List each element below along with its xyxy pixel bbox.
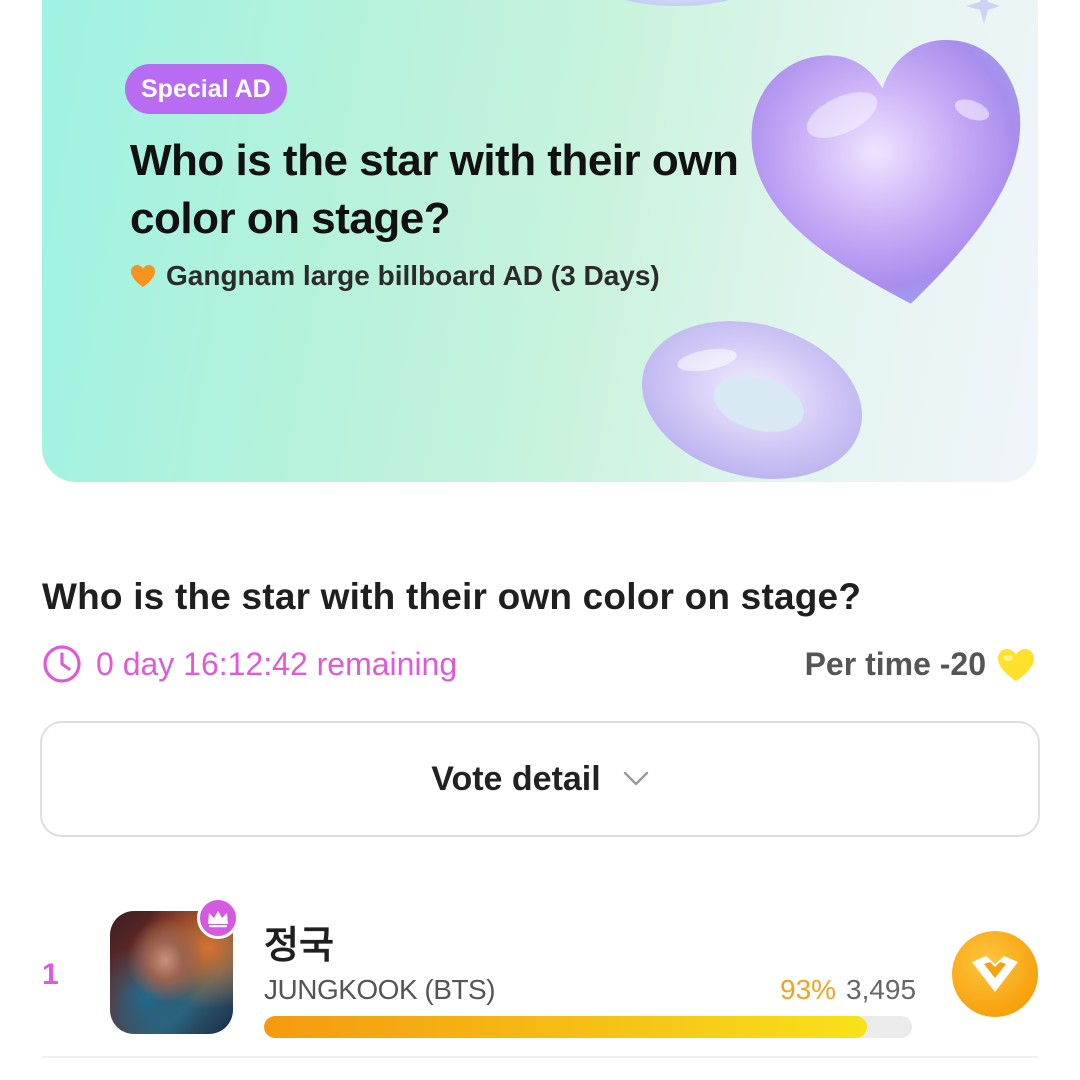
per-time-label: Per time -20 [804,646,986,682]
special-ad-badge: Special AD [125,64,287,114]
banner-subtitle-row: Gangnam large billboard AD (3 Days) [130,260,660,292]
vote-detail-label: Vote detail [431,759,601,798]
special-ad-banner[interactable]: Special AD Who is the star with their ow… [42,0,1038,482]
vote-progress-fill [264,1016,867,1038]
ring-3d-image [642,321,862,479]
heart-3d-image [751,40,1021,304]
time-remaining: 0 day 16:12:42 remaining [96,645,458,682]
chevron-down-icon [623,771,648,786]
per-time-cost: Per time -20 [805,646,1036,683]
vote-heart-logo-icon [972,956,1018,992]
vote-progress-bar [264,1016,912,1038]
yellow-heart-icon [998,648,1034,681]
crown-icon [208,911,228,928]
time-remaining-row: 0 day 16:12:42 remaining [42,644,457,684]
vote-percent: 93% [780,974,837,1005]
banner-title: Who is the star with their own color on … [130,136,739,243]
vote-count: 3,495 [846,974,917,1005]
vote-title: Who is the star with their own color on … [42,576,862,617]
candidate-name-english: JUNGKOOK (BTS) [264,974,496,1005]
banner-subtitle: Gangnam large billboard AD (3 Days) [166,260,660,291]
heart-icon [131,265,155,287]
vote-button[interactable] [952,931,1038,1017]
divider [42,1056,1038,1058]
blob-decoration [602,0,752,6]
vote-detail-button[interactable]: Vote detail [40,721,1040,837]
crown-badge [197,897,239,939]
candidate-name-korean: 정국 [264,923,334,967]
clock-icon [43,645,81,683]
rank-number: 1 [42,958,59,991]
